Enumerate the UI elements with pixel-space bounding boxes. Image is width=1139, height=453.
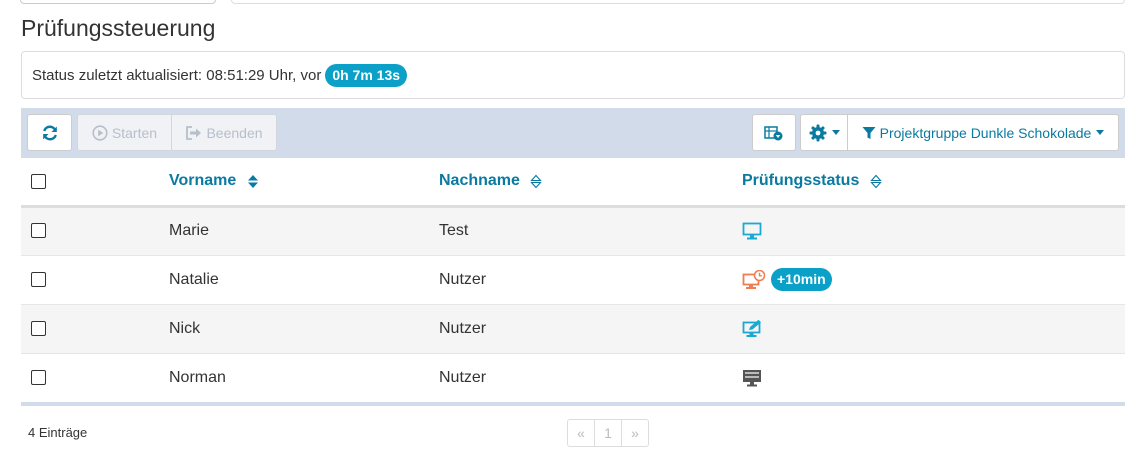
settings-button[interactable] — [800, 114, 848, 151]
header-status[interactable]: Prüfungsstatus — [742, 158, 1125, 208]
start-label: Starten — [111, 124, 158, 141]
header-firstname[interactable]: Vorname — [169, 158, 439, 208]
lastname-cell: Nutzer — [439, 303, 742, 353]
top-right-control[interactable] — [231, 0, 1125, 4]
row-checkbox[interactable] — [31, 320, 46, 336]
start-button[interactable]: Starten — [77, 114, 172, 151]
entry-count: 4 Einträge — [28, 425, 88, 440]
chevron-down-icon — [831, 130, 840, 135]
group-filter-dropdown[interactable]: Projektgruppe Dunkle Schokolade — [847, 114, 1119, 151]
table-header-row: Vorname Nachname Prüfungsstatus — [21, 158, 1125, 208]
sort-icon — [530, 174, 543, 188]
play-circle-icon — [92, 124, 108, 141]
time-extension-badge: +10min — [771, 268, 832, 291]
firstname-cell: Nick — [169, 303, 439, 353]
sort-icon — [870, 174, 882, 188]
monitor-clock-icon — [742, 269, 766, 289]
status-box: Status zuletzt aktualisiert: 08:51:29 Uh… — [21, 51, 1125, 99]
top-left-control[interactable] — [20, 0, 216, 4]
lastname-cell: Test — [439, 205, 742, 255]
elapsed-badge: 0h 7m 13s — [325, 63, 408, 87]
pager-prev-button[interactable]: « — [567, 419, 595, 447]
row-checkbox[interactable] — [31, 370, 46, 386]
exit-icon — [186, 125, 202, 140]
table-row[interactable]: Norman Nutzer — [21, 352, 1125, 402]
firstname-cell: Natalie — [169, 254, 439, 304]
exam-panel: Starten Beenden Projektgruppe Dunkle Sch… — [21, 108, 1125, 408]
page-title: Prüfungssteuerung — [21, 15, 216, 41]
header-lastname-label: Nachname — [439, 172, 520, 190]
lastname-cell: Nutzer — [439, 352, 742, 402]
monitor-icon — [742, 222, 762, 240]
firstname-cell: Marie — [169, 205, 439, 255]
monitor-inactive-icon — [743, 369, 761, 387]
refresh-button[interactable] — [27, 114, 72, 151]
header-firstname-label: Vorname — [169, 172, 237, 190]
table-bottom-border — [21, 402, 1125, 406]
status-cell — [742, 303, 1125, 353]
header-status-label: Prüfungsstatus — [742, 172, 860, 190]
header-select-cell — [21, 158, 169, 208]
export-button[interactable] — [752, 114, 796, 151]
chevron-down-icon — [1096, 130, 1105, 135]
end-label: Beenden — [206, 124, 263, 141]
pager-next-button[interactable]: » — [621, 419, 649, 447]
table-row[interactable]: Marie Test — [21, 205, 1125, 255]
status-cell — [742, 352, 1125, 402]
toolbar: Starten Beenden Projektgruppe Dunkle Sch… — [21, 108, 1125, 158]
status-cell — [742, 205, 1125, 255]
lastname-cell: Nutzer — [439, 254, 742, 304]
header-lastname[interactable]: Nachname — [439, 158, 742, 208]
monitor-edit-icon — [742, 319, 761, 337]
row-checkbox[interactable] — [31, 271, 46, 287]
export-icon — [764, 125, 783, 140]
participants-table: Vorname Nachname Prüfungsstatus Marie Te… — [21, 158, 1125, 402]
status-text: Status zuletzt aktualisiert: 08:51:29 Uh… — [32, 66, 322, 84]
select-all-checkbox[interactable] — [31, 173, 46, 189]
firstname-cell: Norman — [169, 352, 439, 402]
table-row[interactable]: Natalie Nutzer +10min — [21, 254, 1125, 304]
refresh-icon — [42, 125, 57, 140]
filter-icon — [862, 126, 876, 139]
end-button[interactable]: Beenden — [171, 114, 277, 151]
pager-page-button[interactable]: 1 — [594, 419, 622, 447]
sort-icon — [247, 174, 258, 188]
table-row[interactable]: Nick Nutzer — [21, 303, 1125, 353]
filter-label: Projektgruppe Dunkle Schokolade — [879, 124, 1092, 141]
row-checkbox[interactable] — [31, 223, 46, 239]
status-cell: +10min — [742, 254, 1125, 304]
gear-icon — [809, 124, 826, 141]
pagination: « 1 » — [567, 419, 649, 447]
